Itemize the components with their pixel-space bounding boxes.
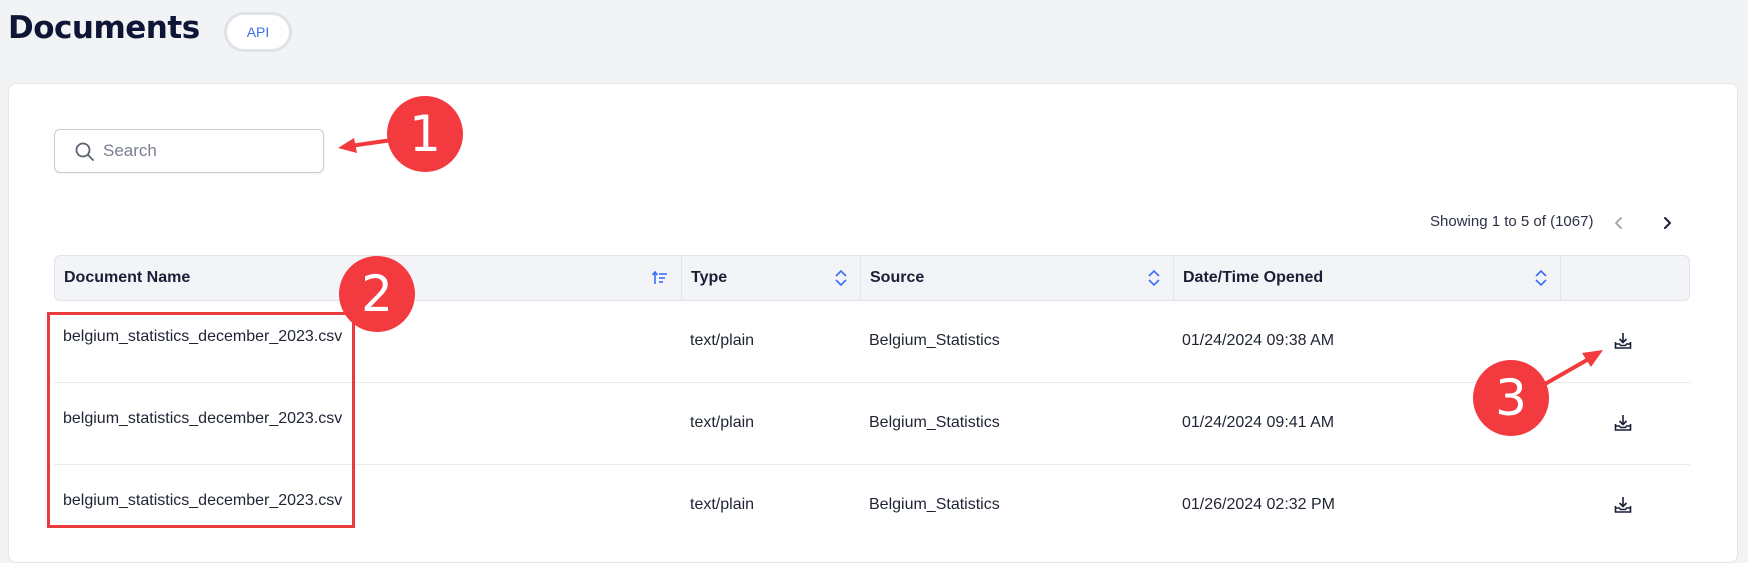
annotation-arrows — [338, 138, 1603, 386]
annotation-arrow-3 — [1544, 350, 1603, 386]
annotation-marker-1: 1 — [387, 96, 463, 172]
annotation-marker-3: 3 — [1473, 360, 1549, 436]
annotation-arrow-1 — [338, 138, 393, 153]
annotation-marker-2: 2 — [339, 256, 415, 332]
